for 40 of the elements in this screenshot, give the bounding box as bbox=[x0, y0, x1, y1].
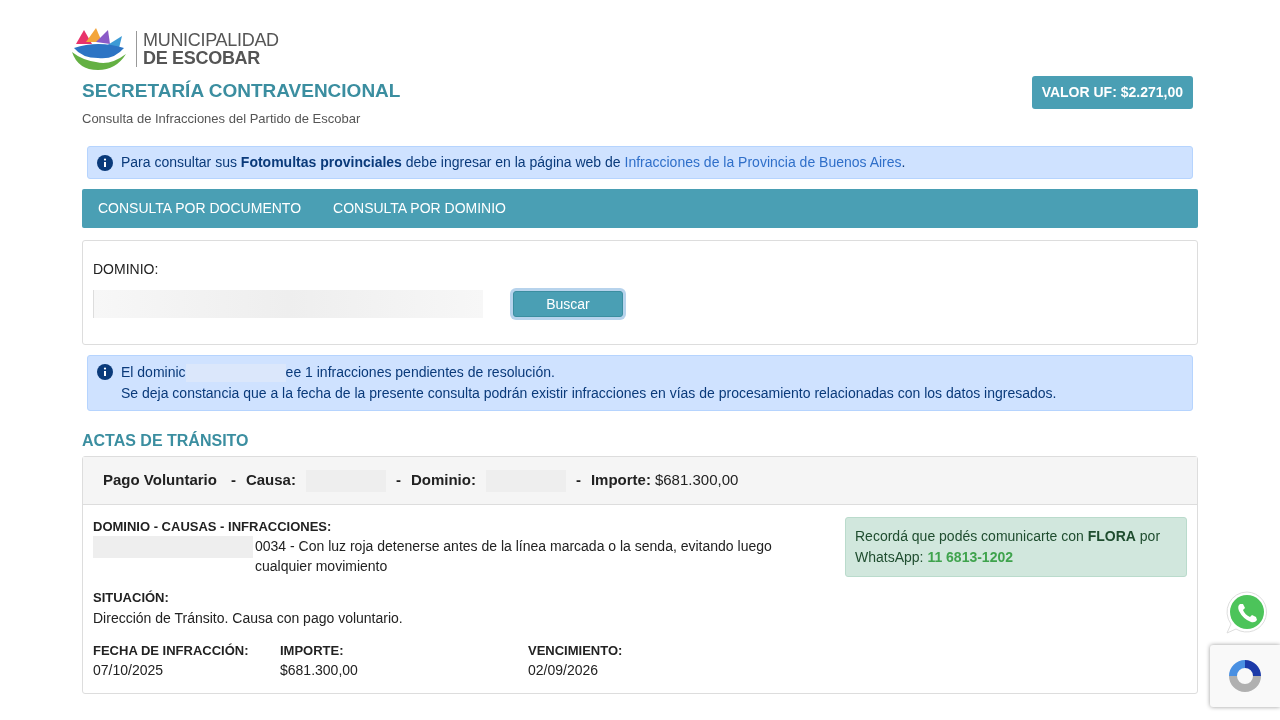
notice-link[interactable]: Infracciones de la Provincia de Buenos Aires bbox=[624, 154, 902, 171]
field-value: 07/10/2025 bbox=[93, 661, 165, 681]
header-value: $681.300,00 bbox=[654, 470, 739, 491]
alert-text: El dominic bbox=[121, 363, 186, 383]
uf-value-badge: VALOR UF: $2.271,00 bbox=[1031, 76, 1193, 109]
page-subtitle: Consulta de Infracciones del Partido de Escobar bbox=[82, 109, 362, 128]
notice-text: Para consultar sus Fotomultas provinciales debe ingresar en la página web de Infracciones de la Provincia de Buenos Aires. bbox=[121, 153, 906, 173]
tab[interactable]: CONSULTA POR DOCUMENTO bbox=[82, 189, 318, 229]
tab[interactable]: CONSULTA POR DOMINIO bbox=[317, 189, 522, 229]
info-icon bbox=[97, 154, 113, 171]
alert-text: Se deja constancia que a la fecha de la presente consulta podrán existir infracciones en vías de procesamiento relacionadas con los datos ingresados. bbox=[121, 384, 1057, 404]
search-button[interactable]: Buscar bbox=[513, 291, 623, 318]
field-value: $681.300,00 bbox=[280, 661, 359, 681]
header-label: Causa: bbox=[245, 470, 296, 491]
alert-text: ee 1 infracciones pendientes de resolución. bbox=[285, 363, 555, 383]
section-label: SITUACIÓN: bbox=[93, 589, 170, 608]
field-label: DOMINIO: bbox=[93, 260, 160, 280]
section-title: ACTAS DE TRÁNSITO bbox=[82, 431, 250, 451]
separator: - bbox=[230, 470, 236, 491]
infraction-text: 0034 - Con luz roja detenerse antes de la línea marcada o la senda, evitando luego cualquier movimiento bbox=[255, 537, 773, 577]
separator: - bbox=[575, 470, 581, 491]
info-icon bbox=[97, 364, 113, 381]
flora-text: Recordá que podés comunicarte con FLORA por WhatsApp: 11 6813-1202 bbox=[845, 517, 1187, 577]
separator: - bbox=[395, 470, 401, 491]
chat-bubble-icon[interactable] bbox=[1224, 590, 1270, 636]
phone-link[interactable]: 11 6813-1202 bbox=[927, 549, 1013, 565]
section-label: DOMINIO - CAUSAS - INFRACCIONES: bbox=[93, 518, 333, 536]
page-title: SECRETARÍA CONTRAVENCIONAL bbox=[82, 80, 401, 103]
field-value: 02/09/2026 bbox=[528, 661, 600, 681]
logo-icon bbox=[70, 26, 128, 72]
logo-text: DE ESCOBAR bbox=[143, 49, 261, 67]
field-label: VENCIMIENTO: bbox=[528, 642, 624, 660]
logo-text: MUNICIPALIDAD bbox=[143, 31, 279, 49]
header-label: Dominio: bbox=[410, 470, 476, 491]
field-label: IMPORTE: bbox=[280, 642, 345, 660]
domain-field[interactable] bbox=[93, 290, 483, 319]
header-label: Importe: bbox=[590, 470, 651, 491]
header-label: Pago Voluntario bbox=[103, 470, 217, 491]
field-label: FECHA DE INFRACCIÓN: bbox=[93, 642, 250, 660]
situation-text: Dirección de Tránsito. Causa con pago voluntario. bbox=[93, 609, 404, 628]
